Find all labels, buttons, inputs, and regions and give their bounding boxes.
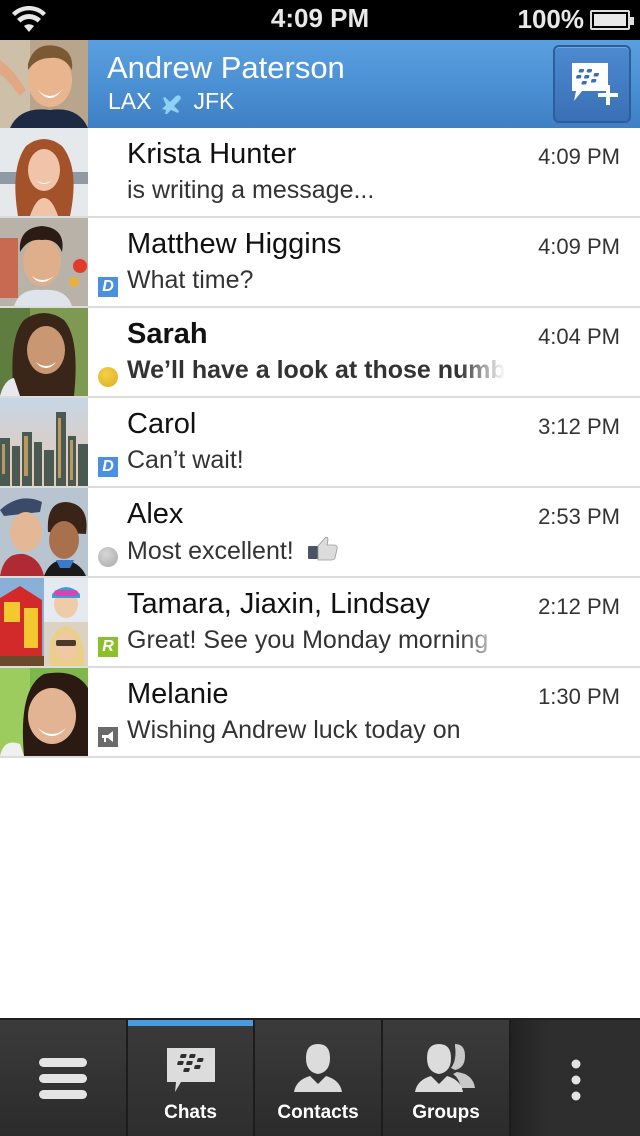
chat-preview: Great! See you Monday morning — [127, 626, 489, 654]
battery-percentage: 100% — [517, 4, 585, 34]
chat-row-krista-hunter[interactable]: Krista Hunter 4:09 PM is writing a messa… — [0, 128, 640, 218]
tab-groups[interactable]: Groups — [383, 1020, 511, 1136]
read-status-icon — [98, 547, 118, 567]
chat-list: Krista Hunter 4:09 PM is writing a messa… — [0, 128, 640, 758]
profile-status: LAX JFK — [108, 88, 234, 115]
chat-preview: What time? — [127, 266, 254, 294]
chat-preview: Wishing Andrew luck today on — [127, 716, 461, 744]
delivered-status-icon: D — [98, 457, 118, 477]
profile-name: Andrew Paterson — [107, 50, 345, 85]
chat-time: 2:12 PM — [538, 594, 620, 619]
contact-avatar — [0, 488, 88, 576]
chat-row-carol[interactable]: D Carol 3:12 PM Can’t wait! — [0, 398, 640, 488]
chat-row-melanie[interactable]: Melanie 1:30 PM Wishing Andrew luck toda… — [0, 668, 640, 758]
hamburger-menu-icon — [39, 1058, 87, 1099]
airplane-icon — [162, 94, 182, 114]
people-icon — [415, 1044, 475, 1092]
contact-avatar — [0, 308, 88, 396]
bbm-chat-icon — [166, 1048, 215, 1092]
chat-time: 3:12 PM — [538, 414, 620, 439]
chat-name: Melanie — [127, 678, 229, 710]
tab-chats[interactable]: Chats — [128, 1020, 255, 1136]
chat-row-tamara-jiaxin-lindsay[interactable]: R Tamara, Jiaxin, Lindsay 2:12 PM Great!… — [0, 578, 640, 668]
chat-preview: We’ll have a look at those numbers — [127, 356, 505, 384]
contact-avatar — [0, 128, 88, 216]
contact-avatar — [0, 398, 88, 486]
chat-row-sarah[interactable]: Sarah 4:04 PM We’ll have a look at those… — [0, 308, 640, 398]
read-receipt-status-icon: R — [98, 637, 118, 657]
chat-preview-text: Most excellent! — [127, 537, 294, 565]
person-icon — [294, 1044, 342, 1092]
chat-preview: is writing a message... — [127, 176, 375, 204]
chat-preview: Can’t wait! — [127, 446, 244, 474]
tab-label: Chats — [164, 1102, 217, 1123]
tab-contacts[interactable]: Contacts — [255, 1020, 383, 1136]
chat-name: Krista Hunter — [127, 138, 297, 170]
delivered-status-icon: D — [98, 277, 118, 297]
chat-time: 4:04 PM — [538, 324, 620, 349]
status-bar: 4:09 PM 100% — [0, 0, 640, 40]
chat-time: 4:09 PM — [538, 144, 620, 169]
chat-row-alex[interactable]: Alex 2:53 PM Most excellent! — [0, 488, 640, 578]
group-avatar — [0, 578, 88, 666]
route-destination: JFK — [193, 88, 235, 114]
more-options-button[interactable] — [511, 1020, 640, 1136]
active-tab-indicator — [128, 1020, 253, 1026]
tab-label: Groups — [412, 1102, 480, 1123]
profile-header[interactable]: Andrew Paterson LAX JFK — [0, 40, 640, 128]
tab-label: Contacts — [277, 1102, 359, 1123]
bbm-new-chat-icon — [572, 63, 618, 105]
chat-preview: Most excellent! — [127, 536, 505, 566]
thumbs-up-icon — [307, 536, 338, 561]
chat-name: Sarah — [127, 318, 208, 350]
chat-row-matthew-higgins[interactable]: D Matthew Higgins 4:09 PM What time? — [0, 218, 640, 308]
more-vertical-icon — [571, 1059, 580, 1101]
contact-avatar — [0, 668, 88, 756]
chat-name: Carol — [127, 408, 197, 440]
chat-name: Alex — [127, 498, 184, 530]
contact-avatar — [0, 218, 88, 306]
menu-button[interactable] — [0, 1020, 128, 1136]
profile-avatar[interactable] — [0, 40, 88, 128]
chat-name: Tamara, Jiaxin, Lindsay — [127, 588, 431, 620]
chat-time: 4:09 PM — [538, 234, 620, 259]
chat-time: 1:30 PM — [538, 684, 620, 709]
chat-name: Matthew Higgins — [127, 228, 342, 260]
battery-full-icon — [590, 10, 634, 30]
new-chat-button[interactable] — [553, 45, 631, 123]
bottom-tab-bar: Chats Contacts Groups — [0, 1018, 640, 1136]
unread-status-icon — [98, 367, 118, 387]
chat-time: 2:53 PM — [538, 504, 620, 529]
broadcast-status-icon — [98, 727, 118, 747]
route-origin: LAX — [108, 88, 152, 114]
